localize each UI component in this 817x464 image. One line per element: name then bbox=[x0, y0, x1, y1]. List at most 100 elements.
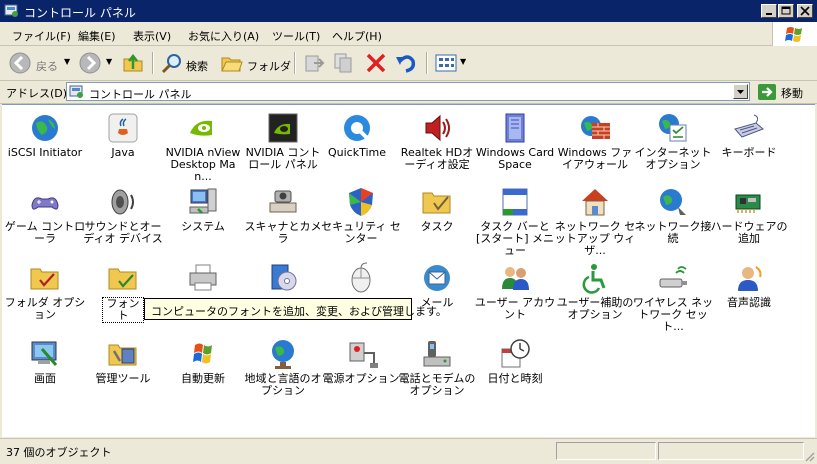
up-folder-icon[interactable] bbox=[121, 51, 145, 75]
cpl-item-internet-options[interactable]: インターネット オプション bbox=[632, 105, 714, 175]
nvidia-panel-icon bbox=[268, 113, 298, 143]
printer-icon bbox=[189, 264, 217, 291]
back-arrow-icon[interactable] bbox=[8, 51, 32, 75]
cpl-item-sound-audio[interactable]: サウンドとオーディオ デバイス bbox=[82, 179, 164, 249]
search-icon[interactable] bbox=[160, 51, 184, 75]
windows-flag-icon bbox=[785, 27, 802, 42]
cpl-item-label: フォルダ オプション bbox=[4, 296, 86, 321]
cpl-item-power-options[interactable]: 電源オプション bbox=[320, 331, 402, 401]
standard-toolbar: 戻る ▼ ▼ 検索 フォルダ ▼ bbox=[0, 46, 817, 81]
forward-arrow-icon[interactable] bbox=[78, 51, 102, 75]
maximize-button[interactable] bbox=[778, 4, 794, 18]
cpl-item-quicktime[interactable]: QuickTime bbox=[316, 105, 398, 175]
cpl-item-windows-firewall[interactable]: Windows ファイアウォール bbox=[554, 105, 636, 175]
cpl-item-folder-options[interactable]: フォルダ オプション bbox=[4, 255, 86, 325]
power-icon bbox=[349, 342, 378, 368]
fonts-tooltip: コンピュータのフォントを追加、変更、および管理します。 bbox=[144, 298, 447, 320]
cpl-item-display[interactable]: 画面 bbox=[4, 331, 86, 401]
cpl-item-label: NVIDIA コントロール パネル bbox=[245, 146, 321, 171]
cpl-item-java[interactable]: Java bbox=[82, 105, 164, 175]
cpl-item-game-controllers[interactable]: ゲーム コントローラ bbox=[4, 179, 86, 249]
clock-icon bbox=[501, 339, 530, 368]
mail-icon bbox=[424, 265, 450, 291]
cpl-item-label: インターネット オプション bbox=[634, 146, 712, 171]
folders-icon[interactable] bbox=[220, 51, 244, 75]
cpl-item-user-accounts[interactable]: ユーザー アカウント bbox=[474, 255, 556, 325]
copy-to-icon[interactable] bbox=[332, 51, 356, 75]
cpl-item-administrative-tools[interactable]: 管理ツール bbox=[82, 331, 164, 401]
cpl-item-scanners-cameras[interactable]: スキャナとカメラ bbox=[242, 179, 324, 249]
cpl-item-accessibility-options[interactable]: ユーザー補助のオプション bbox=[554, 255, 636, 325]
cpl-item-add-hardware[interactable]: ハードウェアの追加 bbox=[708, 179, 790, 249]
forward-dropdown-icon[interactable]: ▼ bbox=[106, 57, 112, 66]
menu-view[interactable]: 表示(V) bbox=[133, 28, 171, 44]
undo-icon[interactable] bbox=[394, 51, 418, 75]
menu-favorites[interactable]: お気に入り(A) bbox=[188, 28, 259, 44]
globe-icon bbox=[32, 115, 58, 141]
chevron-down-icon bbox=[737, 90, 744, 94]
search-button[interactable]: 検索 bbox=[186, 58, 208, 74]
cpl-item-label: 自動更新 bbox=[181, 372, 225, 385]
folders-button[interactable]: フォルダ bbox=[247, 58, 291, 74]
cpl-item-label: NVIDIA nView Desktop Man... bbox=[165, 146, 241, 183]
control-panel-items: iSCSI Initiator Java NVIDIA nView Deskto… bbox=[2, 104, 815, 437]
cpl-item-label: 画面 bbox=[34, 372, 56, 385]
views-dropdown-icon[interactable]: ▼ bbox=[460, 57, 466, 66]
back-dropdown-icon[interactable]: ▼ bbox=[64, 57, 70, 66]
cpl-item-system[interactable]: システム bbox=[162, 179, 244, 249]
nvidia-icon bbox=[190, 120, 212, 136]
shield-icon bbox=[349, 188, 373, 216]
title-bar[interactable]: コントロール パネル bbox=[0, 0, 817, 22]
cpl-item-regional-language[interactable]: 地域と言語のオプション bbox=[242, 331, 324, 401]
cpl-item-label: タスク バーと [スタート] メニュー bbox=[475, 220, 555, 257]
menu-tools[interactable]: ツール(T) bbox=[272, 28, 320, 44]
java-icon bbox=[108, 113, 138, 143]
cpl-item-scheduled-tasks[interactable]: タスク bbox=[396, 179, 478, 249]
delete-icon[interactable] bbox=[364, 51, 388, 75]
cpl-item-network-setup-wizard[interactable]: ネットワーク セットアップ ウィザ... bbox=[554, 179, 636, 257]
cpl-item-nvidia-control-panel[interactable]: NVIDIA コントロール パネル bbox=[242, 105, 324, 175]
folder-options-icon bbox=[30, 268, 59, 290]
cpl-item-keyboard[interactable]: キーボード bbox=[708, 105, 790, 175]
go-button[interactable]: 移動 bbox=[757, 82, 817, 102]
cpl-item-label: Windows CardSpace bbox=[475, 146, 555, 171]
cpl-item-taskbar-start-menu[interactable]: タスク バーと [スタート] メニュー bbox=[474, 179, 556, 257]
address-dropdown-button[interactable] bbox=[733, 84, 748, 99]
cpl-item-automatic-updates[interactable]: 自動更新 bbox=[162, 331, 244, 401]
cpl-item-label: フォント bbox=[102, 297, 144, 323]
home-network-icon bbox=[582, 189, 608, 216]
taskbar-icon bbox=[502, 188, 528, 216]
cpl-item-wireless-network-setup[interactable]: ワイヤレス ネットワーク セット... bbox=[632, 255, 714, 333]
control-panel-icon bbox=[4, 4, 18, 17]
cpl-item-windows-cardspace[interactable]: Windows CardSpace bbox=[474, 105, 556, 175]
address-input[interactable]: コントロール パネル bbox=[66, 82, 750, 101]
menu-help[interactable]: ヘルプ(H) bbox=[332, 28, 382, 44]
menu-file[interactable]: ファイル(F) bbox=[12, 28, 71, 44]
views-icon[interactable] bbox=[434, 51, 458, 75]
cpl-item-phone-modem[interactable]: 電話とモデムのオプション bbox=[396, 331, 478, 401]
cpl-item-iscsi-initiator[interactable]: iSCSI Initiator bbox=[4, 105, 86, 175]
menu-edit[interactable]: 編集(E) bbox=[78, 28, 116, 44]
cpl-item-nvidia-nview[interactable]: NVIDIA nView Desktop Man... bbox=[162, 105, 244, 183]
cpl-item-date-time[interactable]: 日付と時刻 bbox=[474, 331, 556, 401]
close-button[interactable] bbox=[797, 4, 813, 18]
cpl-item-security-center[interactable]: セキュリティ センター bbox=[320, 179, 402, 249]
close-icon bbox=[800, 6, 810, 16]
minimize-button[interactable] bbox=[761, 4, 777, 18]
cpl-item-speech[interactable]: 音声認識 bbox=[708, 255, 790, 325]
address-bar: アドレス(D) コントロール パネル 移動 bbox=[0, 81, 817, 104]
move-to-icon[interactable] bbox=[302, 51, 326, 75]
cpl-item-label: 日付と時刻 bbox=[487, 372, 543, 385]
cpl-item-realtek-hd[interactable]: Realtek HDオーディオ設定 bbox=[396, 105, 478, 175]
cpl-item-network-connections[interactable]: ネットワーク接続 bbox=[632, 179, 714, 249]
control-panel-icon bbox=[69, 85, 83, 98]
minimize-icon bbox=[766, 13, 772, 15]
back-button[interactable]: 戻る bbox=[36, 58, 58, 74]
system-icon bbox=[189, 188, 217, 214]
resize-grip-icon[interactable] bbox=[803, 450, 815, 462]
wireless-icon bbox=[659, 266, 687, 288]
menu-bar: ファイル(F) 編集(E) 表示(V) お気に入り(A) ツール(T) ヘルプ(… bbox=[0, 23, 817, 46]
font-folder-icon bbox=[108, 268, 137, 290]
cpl-item-label: ユーザー アカウント bbox=[474, 296, 556, 321]
scanner-icon bbox=[269, 190, 297, 213]
